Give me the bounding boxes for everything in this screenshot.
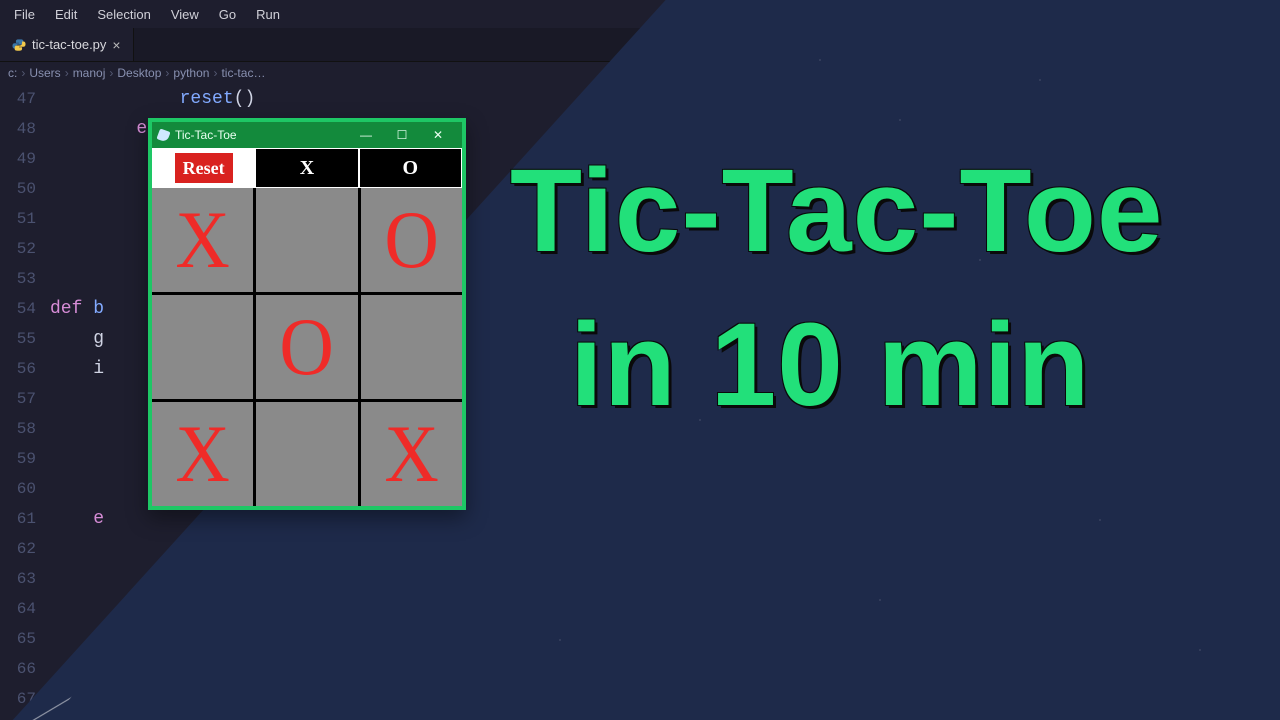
editor-tab[interactable]: tic-tac-toe.py × (0, 28, 134, 61)
reset-button[interactable]: Reset (175, 153, 233, 183)
line-number: 53 (4, 264, 50, 294)
menu-selection[interactable]: Selection (87, 7, 160, 22)
breadcrumb-segment[interactable]: python (173, 66, 209, 80)
line-number: 50 (4, 174, 50, 204)
chevron-right-icon: › (21, 66, 25, 80)
window-maximize-button[interactable]: ☐ (384, 122, 420, 148)
chevron-right-icon: › (65, 66, 69, 80)
board-cell-2[interactable]: O (361, 188, 462, 292)
board-cell-4[interactable]: O (256, 295, 357, 399)
line-number: 58 (4, 414, 50, 444)
chevron-right-icon: › (109, 66, 113, 80)
code-line-content[interactable]: reset() (50, 84, 255, 114)
line-number: 64 (4, 594, 50, 624)
thumbnail-headline: Tic-Tac-Toe in 10 min (510, 150, 1260, 428)
line-number: 59 (4, 444, 50, 474)
breadcrumb-segment[interactable]: c: (8, 66, 17, 80)
breadcrumb-segment[interactable]: manoj (73, 66, 106, 80)
board-mark: X (175, 199, 229, 281)
breadcrumb-segment[interactable]: tic-tac… (221, 66, 265, 80)
board-cell-7[interactable] (256, 402, 357, 506)
menu-file[interactable]: File (4, 7, 45, 22)
line-number: 63 (4, 564, 50, 594)
board-cell-1[interactable] (256, 188, 357, 292)
board-cell-3[interactable] (152, 295, 253, 399)
line-number: 56 (4, 354, 50, 384)
window-title: Tic-Tac-Toe (175, 128, 237, 142)
line-number: 52 (4, 234, 50, 264)
board-mark: X (175, 413, 229, 495)
menu-edit[interactable]: Edit (45, 7, 87, 22)
breadcrumb-segment[interactable]: Desktop (117, 66, 161, 80)
tab-filename: tic-tac-toe.py (32, 37, 106, 52)
board-cell-0[interactable]: X (152, 188, 253, 292)
board-cell-6[interactable]: X (152, 402, 253, 506)
headline-line-1: Tic-Tac-Toe (510, 150, 1260, 274)
header-o-label: O (359, 148, 462, 188)
line-number: 65 (4, 624, 50, 654)
line-number: 54 (4, 294, 50, 324)
menu-view[interactable]: View (161, 7, 209, 22)
line-number: 47 (4, 84, 50, 114)
chevron-right-icon: › (165, 66, 169, 80)
line-number: 60 (4, 474, 50, 504)
headline-line-2: in 10 min (510, 304, 1260, 428)
line-number: 55 (4, 324, 50, 354)
line-number: 66 (4, 654, 50, 684)
tk-feather-icon (156, 128, 170, 142)
header-x-label: X (255, 148, 358, 188)
code-line-content[interactable]: g (50, 324, 104, 354)
chevron-right-icon: › (213, 66, 217, 80)
reset-cell: Reset (152, 148, 255, 188)
line-number: 49 (4, 144, 50, 174)
board-mark: O (384, 199, 438, 281)
line-number: 61 (4, 504, 50, 534)
breadcrumb-segment[interactable]: Users (29, 66, 60, 80)
python-icon (12, 38, 26, 52)
code-line-content[interactable]: def b (50, 294, 104, 324)
game-header-row: Reset X O (152, 148, 462, 188)
menu-run[interactable]: Run (246, 7, 290, 22)
line-number: 62 (4, 534, 50, 564)
window-titlebar[interactable]: Tic-Tac-Toe — ☐ ✕ (152, 122, 462, 148)
game-board: XOOXX (152, 188, 462, 506)
board-mark: O (280, 306, 334, 388)
close-icon[interactable]: × (112, 38, 120, 52)
menu-go[interactable]: Go (209, 7, 246, 22)
board-mark: X (384, 413, 438, 495)
window-minimize-button[interactable]: — (348, 122, 384, 148)
window-close-button[interactable]: ✕ (420, 122, 456, 148)
tictactoe-window: Tic-Tac-Toe — ☐ ✕ Reset X O XOOXX (148, 118, 466, 510)
board-cell-8[interactable]: X (361, 402, 462, 506)
line-number: 48 (4, 114, 50, 144)
line-number: 57 (4, 384, 50, 414)
board-cell-5[interactable] (361, 295, 462, 399)
line-number: 51 (4, 204, 50, 234)
